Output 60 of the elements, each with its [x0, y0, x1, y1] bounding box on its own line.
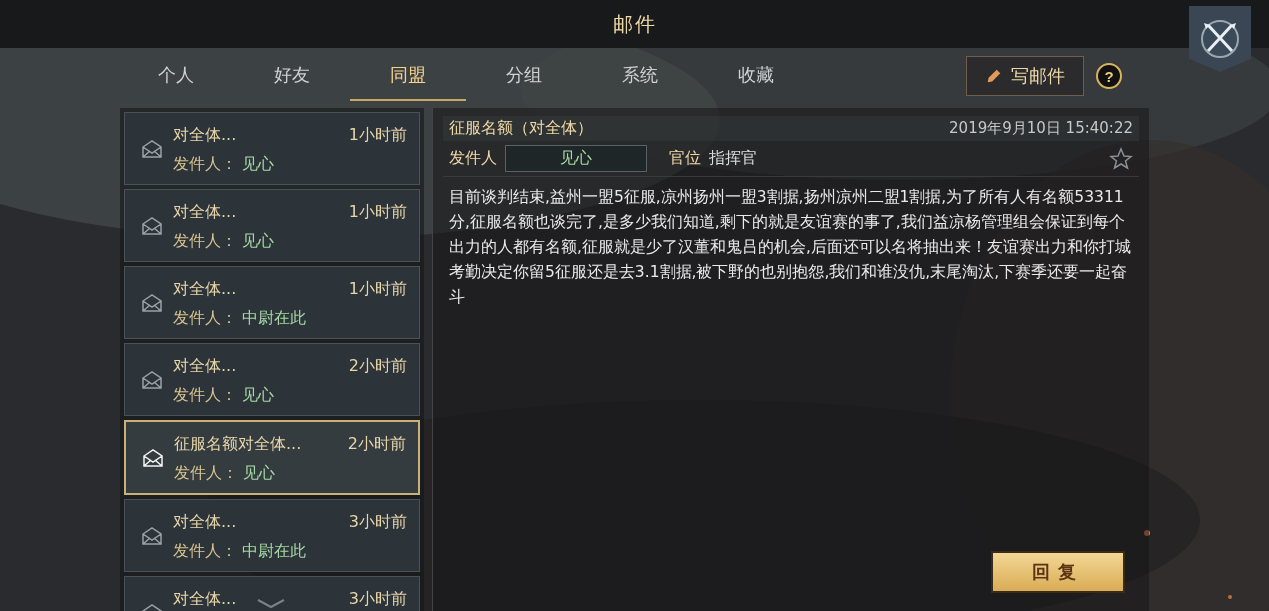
mail-title: 对全体... [173, 279, 237, 300]
message-subject: 征服名额（对全体） [449, 118, 593, 139]
mail-item[interactable]: 对全体... 3小时前 发件人： 中尉在此 [124, 499, 420, 572]
mail-item[interactable]: 对全体... 2小时前 发件人： 见心 [124, 343, 420, 416]
envelope-icon [142, 447, 164, 468]
mail-time: 3小时前 [348, 512, 407, 533]
mail-item[interactable]: 对全体... 1小时前 发件人： 见心 [124, 189, 420, 262]
sender-name: 见心 [505, 145, 647, 172]
sender-label: 发件人： [173, 154, 237, 173]
mail-title: 征服名额对全体... [174, 434, 302, 455]
sender-name: 中尉在此 [242, 541, 307, 560]
mail-time: 1小时前 [348, 202, 407, 223]
rank-value: 指挥官 [709, 148, 758, 169]
tab[interactable]: 分组 [466, 51, 582, 101]
mail-time: 2小时前 [348, 356, 407, 377]
mail-title: 对全体... [173, 589, 237, 610]
sender-label: 发件人： [173, 541, 237, 560]
compose-button[interactable]: 写邮件 [966, 56, 1084, 96]
sender-name: 中尉在此 [242, 308, 307, 327]
reply-button[interactable]: 回复 [991, 551, 1125, 593]
mail-time: 1小时前 [348, 125, 407, 146]
sender-name: 见心 [242, 154, 275, 173]
mail-time: 3小时前 [348, 589, 407, 610]
mail-title: 对全体... [173, 512, 237, 533]
tab[interactable]: 好友 [234, 51, 350, 101]
star-icon[interactable] [1109, 146, 1133, 171]
mail-title: 对全体... [173, 125, 237, 146]
tab[interactable]: 同盟 [350, 51, 466, 101]
envelope-icon [141, 292, 163, 313]
sender-name: 见心 [242, 231, 275, 250]
mail-title: 对全体... [173, 202, 237, 223]
mail-title: 对全体... [173, 356, 237, 377]
sender-label: 发件人 [449, 148, 497, 169]
mail-time: 2小时前 [347, 434, 406, 455]
sender-label: 发件人： [173, 308, 237, 327]
message-date: 2019年9月10日 15:40:22 [949, 119, 1133, 138]
crossed-swords-icon [1200, 19, 1240, 59]
window-title: 邮件 [612, 10, 657, 38]
mail-item[interactable]: 对全体... 1小时前 发件人： 见心 [124, 112, 420, 185]
sender-name: 见心 [243, 463, 276, 482]
mail-item[interactable]: 对全体... 1小时前 发件人： 中尉在此 [124, 266, 420, 339]
tab[interactable]: 系统 [582, 51, 698, 101]
envelope-icon [141, 525, 163, 546]
sender-name: 见心 [242, 385, 275, 404]
mail-item[interactable]: 对全体... 3小时前 [124, 576, 420, 611]
envelope-icon [141, 215, 163, 236]
mail-item[interactable]: 征服名额对全体... 2小时前 发件人： 见心 [124, 420, 420, 495]
rank-label: 官位 [669, 148, 701, 169]
close-button[interactable] [1189, 6, 1251, 72]
envelope-icon [141, 369, 163, 390]
sender-label: 发件人： [173, 231, 237, 250]
pencil-icon [985, 67, 1003, 85]
envelope-icon [141, 138, 163, 159]
tab[interactable]: 收藏 [698, 51, 814, 101]
sender-label: 发件人： [174, 463, 238, 482]
tab[interactable]: 个人 [118, 51, 234, 101]
message-body: 目前谈判结束,益州一盟5征服,凉州扬州一盟3割据,扬州凉州二盟1割据,为了所有人有名额53311分,征服名额也谈完了,是多少我们知道,剩下的就是友谊赛的事了,我们益凉杨管理组会保证到每个出力的人都有名额,征服就是少了汉董和鬼吕的机会,后面还可以名将抽出来！友谊赛出力和你打城考勤决定你留5征服还是去3.1割据,被下野的也别抱怨,我们和谁没仇,末尾淘汰,下赛季还要一起奋斗 [449, 187, 1132, 308]
chevron-down-icon[interactable] [256, 599, 286, 609]
sender-label: 发件人： [173, 385, 237, 404]
mail-time: 1小时前 [348, 279, 407, 300]
